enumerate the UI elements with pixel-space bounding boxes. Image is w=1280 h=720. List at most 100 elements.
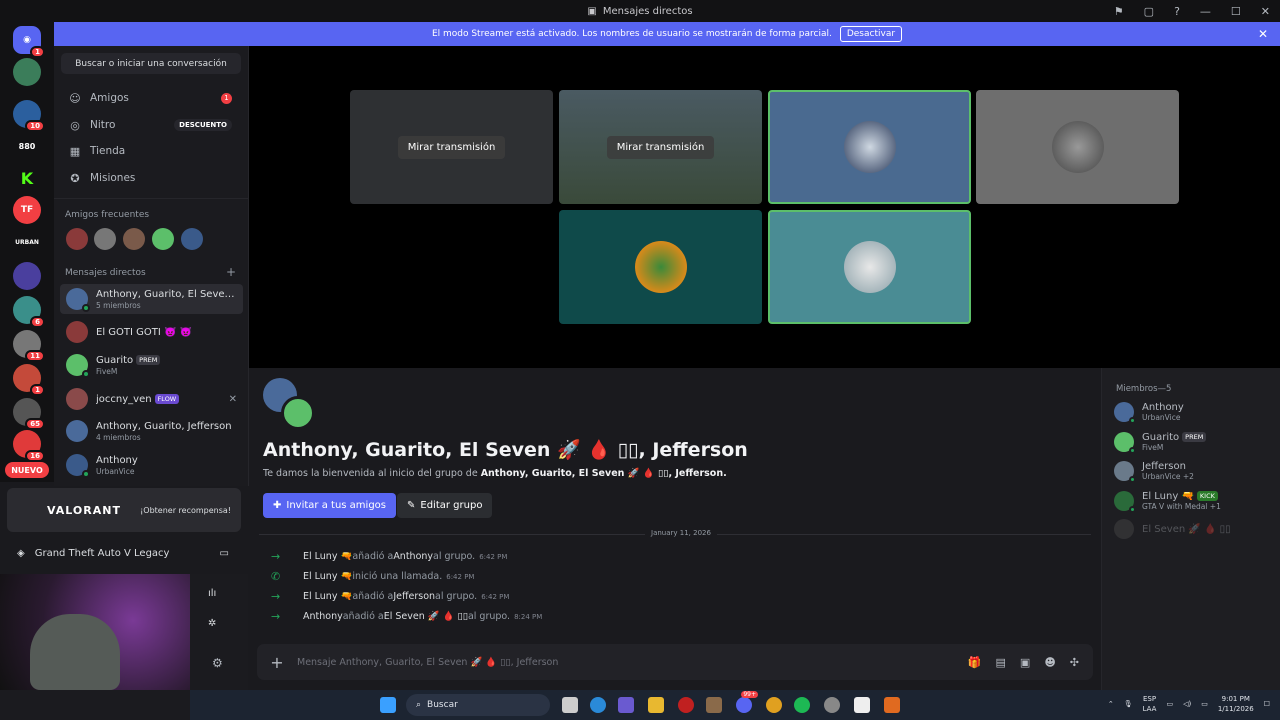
teams-icon[interactable] — [618, 697, 634, 713]
taskbar-search[interactable]: ⌕ Buscar — [406, 694, 550, 716]
server-icon[interactable]: 65 — [13, 398, 45, 430]
message-input[interactable]: + Mensaje Anthony, Guarito, El Seven 🚀 🩸… — [257, 644, 1093, 680]
frequent-friend-avatar[interactable] — [66, 228, 88, 250]
close-icon[interactable]: ✕ — [1261, 5, 1270, 18]
nav-friends[interactable]: ☺ Amigos 1 — [60, 86, 240, 110]
actor[interactable]: Anthony — [303, 611, 343, 622]
new-badge: NUEVO — [5, 462, 49, 478]
screen-share-icon[interactable]: ▭ — [220, 548, 229, 559]
dm-item[interactable]: Anthony, Guarito, El Seven... 5 miembros — [60, 284, 243, 314]
inbox-icon[interactable]: ▢ — [1144, 5, 1154, 18]
discord-taskbar-icon[interactable]: 99+ — [736, 691, 758, 713]
server-icon[interactable]: 6 — [13, 296, 45, 328]
target[interactable]: El Seven 🚀 🩸 ▯▯ — [384, 611, 468, 622]
noise-icon[interactable]: ✲ — [208, 618, 216, 629]
app-icon[interactable] — [706, 697, 722, 713]
language-indicator[interactable]: ESP LAA — [1143, 694, 1157, 714]
dm-item[interactable]: Anthony, Guarito, Jefferson 4 miembros — [60, 416, 243, 446]
server-icon[interactable]: URBAN — [13, 228, 41, 256]
member-item[interactable]: El Seven 🚀 🩸 ▯▯ — [1114, 517, 1279, 541]
apps-icon[interactable]: ✣ — [1070, 656, 1079, 669]
valorant-promo[interactable]: VALORANT ¡Obtener recompensa! — [7, 488, 241, 532]
edge-icon[interactable] — [590, 697, 606, 713]
dm-item[interactable]: joccny_ven FLOW ✕ — [60, 384, 243, 414]
search-button[interactable]: Buscar o iniciar una conversación — [61, 53, 241, 74]
create-dm-icon[interactable]: + — [226, 265, 236, 279]
clock[interactable]: 9:01 PM 1/11/2026 — [1218, 694, 1254, 714]
server-icon[interactable]: 880 — [13, 132, 41, 160]
settings-icon[interactable]: ⚙ — [212, 656, 223, 670]
dm-item[interactable]: Anthony UrbanVice — [60, 450, 243, 480]
nav-shop[interactable]: ▦ Tienda — [60, 139, 240, 163]
sound-icon[interactable]: ılı — [208, 588, 216, 599]
close-dm-icon[interactable]: ✕ — [229, 394, 237, 405]
actor[interactable]: El Luny 🔫 — [303, 571, 352, 582]
member-item[interactable]: El Luny 🔫 KICK GTA V with Medal +1 — [1114, 489, 1279, 513]
gif-icon[interactable]: ▤ — [996, 656, 1006, 669]
nav-quests[interactable]: ✪ Misiones — [60, 166, 240, 190]
windows-start-icon[interactable] — [380, 697, 396, 713]
frequent-friend-avatar[interactable] — [123, 228, 145, 250]
member-name: Jefferson — [1142, 461, 1186, 472]
claim-reward-button[interactable]: ¡Obtener recompensa! — [140, 506, 231, 515]
stream-tile[interactable]: Mirar transmisión — [350, 90, 553, 204]
target[interactable]: Anthony — [393, 551, 433, 562]
minimize-icon[interactable]: — — [1200, 5, 1211, 18]
discord-home-icon[interactable]: ◉ 1 — [13, 26, 45, 58]
chevron-up-icon[interactable]: ⌃ — [1108, 699, 1114, 709]
server-icon[interactable]: 10 — [13, 100, 45, 132]
frequent-friend-avatar[interactable] — [152, 228, 174, 250]
target[interactable]: Jefferson — [393, 591, 435, 602]
server-icon[interactable]: 11 — [13, 330, 45, 362]
app-icon[interactable] — [854, 697, 870, 713]
member-item[interactable]: Guarito PREM FiveM — [1114, 430, 1279, 454]
actor[interactable]: El Luny 🔫 — [303, 551, 352, 562]
participant-tile[interactable] — [976, 90, 1179, 204]
watch-stream-button[interactable]: Mirar transmisión — [397, 135, 506, 159]
server-icon[interactable] — [13, 262, 41, 290]
member-item[interactable]: Jefferson UrbanVice +2 — [1114, 459, 1279, 483]
sticker-icon[interactable]: ▣ — [1020, 656, 1030, 669]
flag-icon[interactable]: ⚑ — [1114, 5, 1124, 18]
close-banner-icon[interactable]: ✕ — [1258, 27, 1268, 41]
member-item[interactable]: Anthony UrbanVice — [1114, 400, 1279, 424]
chrome-icon[interactable] — [766, 697, 782, 713]
network-icon[interactable]: ▭ — [1166, 699, 1173, 709]
notifications-icon[interactable]: ☐ — [1264, 699, 1270, 709]
frequent-friend-avatar[interactable] — [181, 228, 203, 250]
microphone-icon[interactable]: 🎙 — [1124, 699, 1133, 709]
gift-icon[interactable]: 🎁 — [968, 656, 982, 669]
help-icon[interactable]: ? — [1174, 5, 1180, 18]
volume-icon[interactable]: ◁) — [1183, 699, 1191, 709]
steam-icon[interactable] — [824, 697, 840, 713]
app-icon[interactable] — [884, 697, 900, 713]
invite-friends-button[interactable]: ✚ Invitar a tus amigos — [263, 493, 396, 518]
participant-tile[interactable] — [559, 210, 762, 324]
participant-tile[interactable] — [768, 90, 971, 204]
kick-server-icon[interactable]: K — [13, 164, 41, 192]
watch-stream-button[interactable]: Mirar transmisión — [606, 135, 715, 159]
stream-tile[interactable]: Mirar transmisión — [559, 90, 762, 204]
activity-status[interactable]: ◈ Grand Theft Auto V Legacy ▭ — [7, 538, 241, 568]
app-icon[interactable] — [678, 697, 694, 713]
dm-item[interactable]: Guarito PREM FiveM — [60, 350, 243, 380]
maximize-icon[interactable]: ☐ — [1231, 5, 1241, 18]
actor[interactable]: El Luny 🔫 — [303, 591, 352, 602]
battery-icon[interactable]: ▭ — [1201, 699, 1208, 709]
spotify-icon[interactable] — [794, 697, 810, 713]
frequent-friend-avatar[interactable] — [94, 228, 116, 250]
participant-tile[interactable] — [768, 210, 971, 324]
server-icon[interactable]: 1 — [13, 364, 45, 396]
task-view-icon[interactable] — [562, 697, 578, 713]
file-explorer-icon[interactable] — [648, 697, 664, 713]
server-icon[interactable]: TF — [13, 196, 41, 224]
dm-item[interactable]: El GOTI GOTI 👿 👿 — [60, 317, 243, 347]
emoji-icon[interactable]: ☻ — [1044, 656, 1055, 669]
nav-nitro[interactable]: ◎ Nitro DESCUENTO — [60, 113, 240, 137]
server-icon[interactable] — [13, 58, 41, 86]
add-attachment-icon[interactable]: + — [257, 653, 297, 672]
deactivate-button[interactable]: Desactivar — [839, 26, 903, 42]
server-icon[interactable]: 16 — [13, 430, 45, 462]
edit-group-button[interactable]: ✎ Editar grupo — [397, 493, 493, 518]
notification-badge: 65 — [25, 418, 45, 430]
